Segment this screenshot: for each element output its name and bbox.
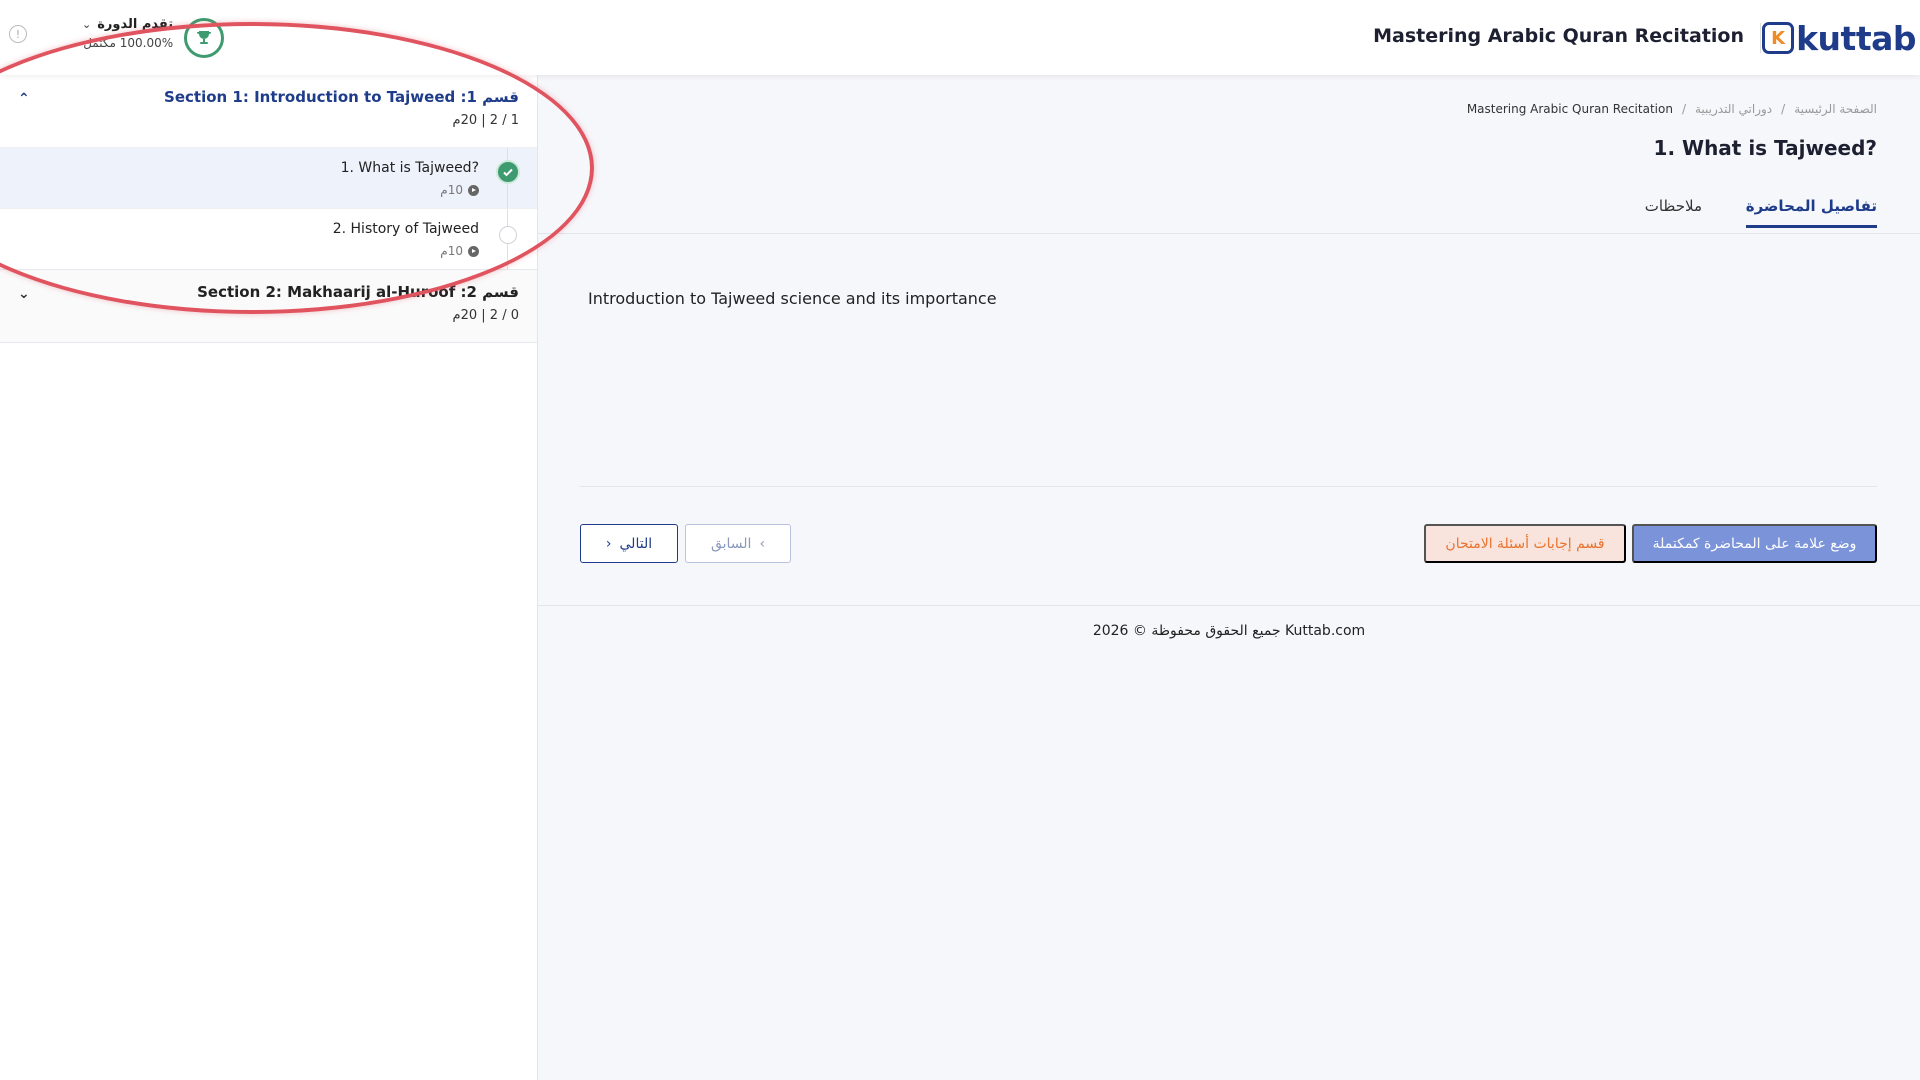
- lecture-title: 1. What is Tajweed?: [1653, 136, 1877, 160]
- breadcrumb-home[interactable]: الصفحة الرئيسية: [1794, 102, 1877, 116]
- play-icon: [468, 184, 479, 196]
- tabs-divider: [538, 233, 1920, 234]
- section-2-header[interactable]: قسم 2: Section 2: Makhaarij al-Huroof 0 …: [0, 270, 537, 342]
- footer-divider: [538, 605, 1920, 606]
- section-title: قسم 2: Section 2: Makhaarij al-Huroof: [197, 283, 519, 301]
- chevron-up-icon[interactable]: ⌃: [18, 91, 30, 107]
- lesson-title: 1. What is Tajweed?: [340, 160, 479, 176]
- progress-label: تقدم الدورة: [97, 17, 174, 32]
- course-progress[interactable]: تقدم الدورة ⌄ 100.00% مكتمل: [82, 17, 173, 50]
- next-label: التالي: [619, 535, 653, 552]
- chevron-down-icon[interactable]: ⌄: [18, 286, 30, 302]
- lesson-title: 2. History of Tajweed: [332, 221, 479, 237]
- lesson-duration-text: 10م: [440, 183, 463, 197]
- mark-complete-button[interactable]: وضع علامة على المحاضرة كمكتملة: [1632, 524, 1877, 563]
- check-circle-icon: [496, 160, 520, 184]
- play-icon: [468, 245, 479, 257]
- content-divider: [580, 486, 1877, 487]
- breadcrumb-separator: /: [1781, 102, 1786, 116]
- breadcrumb-separator: /: [1681, 102, 1686, 116]
- progress-percent: 100.00% مكتمل: [83, 36, 174, 50]
- lesson-duration: 10م: [440, 183, 479, 197]
- chevron-right-icon: ›: [759, 535, 766, 552]
- breadcrumb-current: Mastering Arabic Quran Recitation: [1466, 102, 1673, 116]
- curriculum-sidebar: قسم 1: Section 1: Introduction to Tajwee…: [0, 75, 538, 1080]
- course-title: Mastering Arabic Quran Recitation: [1373, 25, 1744, 47]
- section-title: قسم 1: Section 1: Introduction to Tajwee…: [164, 88, 519, 106]
- lecture-description: Introduction to Tajweed science and its …: [588, 289, 997, 308]
- tab-notes[interactable]: ملاحظات: [1645, 197, 1702, 225]
- section-1-header[interactable]: قسم 1: Section 1: Introduction to Tajwee…: [0, 75, 537, 147]
- footer-copyright: جميع الحقوق محفوظة © 2026 Kuttab.com: [1092, 623, 1366, 639]
- tab-lecture-details[interactable]: تفاصيل المحاضرة: [1745, 197, 1877, 228]
- section-1: قسم 1: Section 1: Introduction to Tajwee…: [0, 75, 537, 270]
- section-meta: 1 / 2 | 20م: [452, 113, 519, 128]
- header-divider: [1760, 23, 1761, 53]
- next-button[interactable]: التالي ‹: [580, 524, 678, 563]
- previous-button[interactable]: › السابق: [685, 524, 791, 563]
- lecture-main: الصفحة الرئيسية / دوراتي التدريبية / Mas…: [538, 75, 1920, 1080]
- chevron-left-icon: ‹: [605, 535, 612, 552]
- section-2: قسم 2: Section 2: Makhaarij al-Huroof 0 …: [0, 270, 537, 343]
- kuttab-logo[interactable]: K kuttab: [1762, 18, 1916, 58]
- lesson-item[interactable]: 2. History of Tajweed 10م: [0, 208, 537, 269]
- empty-circle-icon: [499, 226, 517, 244]
- lesson-duration: 10م: [440, 244, 479, 258]
- exam-answers-button[interactable]: قسم إجابات أسئلة الامتحان: [1424, 524, 1626, 563]
- breadcrumb-my-courses[interactable]: دوراتي التدريبية: [1695, 102, 1772, 116]
- breadcrumb: الصفحة الرئيسية / دوراتي التدريبية / Mas…: [1467, 102, 1877, 116]
- chevron-down-icon: ⌄: [82, 18, 92, 31]
- previous-label: السابق: [710, 535, 752, 552]
- top-header: K kuttab Mastering Arabic Quran Recitati…: [0, 0, 1920, 75]
- logo-mark: K: [1762, 22, 1795, 54]
- trophy-icon: [184, 18, 224, 58]
- section-meta: 0 / 2 | 20م: [452, 308, 519, 323]
- lesson-duration-text: 10م: [440, 244, 463, 258]
- info-icon[interactable]: !: [9, 25, 27, 43]
- logo-text: kuttab: [1796, 18, 1916, 58]
- lesson-item[interactable]: 1. What is Tajweed? 10م: [0, 147, 537, 208]
